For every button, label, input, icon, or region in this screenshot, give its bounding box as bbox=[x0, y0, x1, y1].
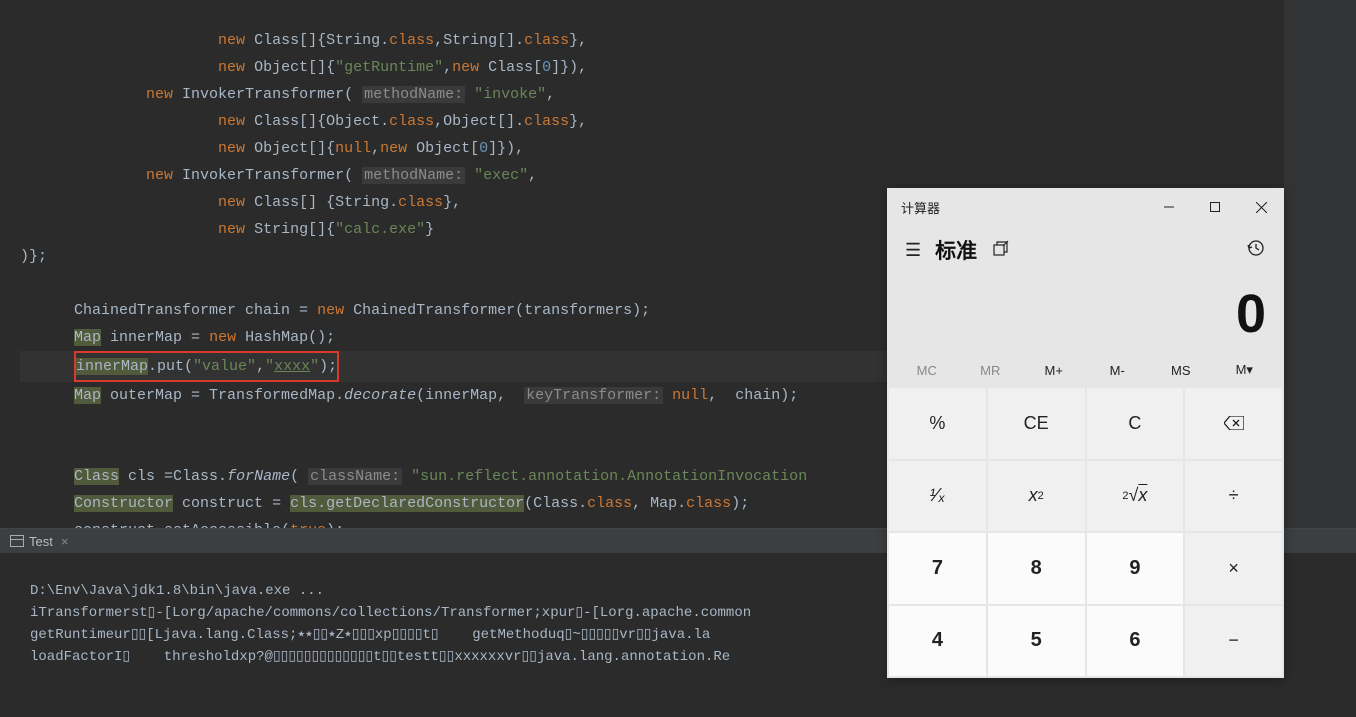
right-panel: xp▯▯▯▯sr ▯▯▯▯▯pu ▯▯▯▯▯▯ bbox=[1284, 0, 1356, 560]
memory-m+[interactable]: M+ bbox=[1022, 354, 1086, 386]
calc-btn-x[interactable]: ¹⁄ₓ bbox=[889, 461, 986, 532]
memory-ms[interactable]: MS bbox=[1149, 354, 1213, 386]
calc-btn-%[interactable]: % bbox=[889, 388, 986, 459]
calc-btn-9[interactable]: 9 bbox=[1087, 533, 1184, 604]
calculator-title: 计算器 bbox=[887, 198, 1146, 217]
calc-btn-C[interactable]: C bbox=[1087, 388, 1184, 459]
calc-btn-÷[interactable]: ÷ bbox=[1185, 461, 1282, 532]
calc-btn-8[interactable]: 8 bbox=[988, 533, 1085, 604]
keep-on-top-icon[interactable] bbox=[985, 240, 1017, 261]
minimize-button[interactable] bbox=[1146, 188, 1192, 226]
memory-mr: MR bbox=[959, 354, 1023, 386]
memory-mc: MC bbox=[895, 354, 959, 386]
tab-label[interactable]: Test bbox=[29, 534, 53, 549]
memory-m▾[interactable]: M▾ bbox=[1213, 354, 1277, 386]
calc-btn-4[interactable]: 4 bbox=[889, 606, 986, 677]
history-icon[interactable] bbox=[1232, 239, 1278, 262]
calculator-titlebar[interactable]: 计算器 bbox=[887, 188, 1284, 226]
calc-btn-7[interactable]: 7 bbox=[889, 533, 986, 604]
mode-label[interactable]: 标准 bbox=[933, 235, 985, 265]
memory-row: MCMRM+M-MSM▾ bbox=[887, 354, 1284, 386]
close-button[interactable] bbox=[1238, 188, 1284, 226]
close-tab-icon[interactable]: × bbox=[61, 534, 69, 549]
calculator-window[interactable]: 计算器 ☰ 标准 0 MCMRM+M-MSM▾ %CEC ¹⁄ₓx22√x÷ 789… bbox=[887, 188, 1284, 678]
calc-btn-5[interactable]: 5 bbox=[988, 606, 1085, 677]
calculator-display: 0 bbox=[887, 274, 1284, 354]
calc-btn-×[interactable]: × bbox=[1185, 533, 1282, 604]
calc-btn-back[interactable] bbox=[1185, 388, 1282, 459]
calc-btn-x[interactable]: 2√x bbox=[1087, 461, 1184, 532]
menu-icon[interactable]: ☰ bbox=[893, 240, 933, 261]
tab-icon bbox=[10, 535, 24, 547]
calc-btn-x[interactable]: x2 bbox=[988, 461, 1085, 532]
maximize-button[interactable] bbox=[1192, 188, 1238, 226]
memory-m-[interactable]: M- bbox=[1086, 354, 1150, 386]
calc-btn-CE[interactable]: CE bbox=[988, 388, 1085, 459]
button-grid: %CEC ¹⁄ₓx22√x÷ 789× 456− bbox=[887, 386, 1284, 678]
calc-btn-6[interactable]: 6 bbox=[1087, 606, 1184, 677]
calc-btn-−[interactable]: − bbox=[1185, 606, 1282, 677]
